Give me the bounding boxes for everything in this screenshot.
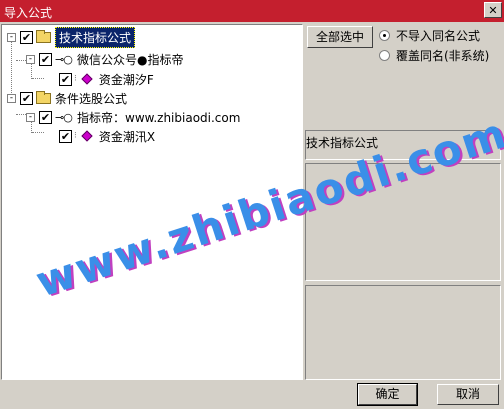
checkbox[interactable]: ✔: [39, 52, 52, 66]
tree-node-formula-item[interactable]: ✔ ⁝ 资金潮汛X: [46, 127, 155, 145]
option-label: 不导入同名公式: [396, 29, 481, 43]
tree-node-formula-item[interactable]: ✔ ⁝ 资金潮汐F: [46, 70, 154, 88]
option-overwrite-duplicates[interactable]: 覆盖同名(非系统): [379, 47, 489, 64]
ok-button[interactable]: 确定: [357, 383, 418, 406]
option-label: 覆盖同名(非系统): [396, 49, 490, 63]
key-icon: ⊸○: [55, 110, 73, 124]
checkbox[interactable]: ✔: [20, 91, 33, 105]
cancel-button[interactable]: 取消: [437, 384, 499, 405]
formula-diamond-icon: [81, 73, 93, 85]
key-icon: ⊸○: [55, 52, 73, 66]
formula-tree: - ✔ 技术指标公式 - ✔ ⊸○ 微信公众号●指标帝 ✔ ⁝ 资金潮汐F - …: [2, 25, 302, 379]
radio-button[interactable]: [379, 30, 390, 41]
folder-icon: [36, 90, 51, 104]
category-label: 技术指标公式: [306, 136, 379, 150]
checkbox[interactable]: ✔: [59, 129, 72, 143]
collapse-toggle[interactable]: -: [26, 112, 35, 122]
collapse-toggle[interactable]: -: [7, 93, 16, 103]
formula-detail-box: [305, 285, 501, 380]
folder-icon: [36, 29, 51, 43]
tree-node-technical-indicators[interactable]: - ✔ 技术指标公式: [7, 26, 136, 48]
formula-diamond-icon: [81, 130, 93, 142]
close-button[interactable]: ✕: [484, 2, 502, 18]
tree-node-label[interactable]: 资金潮汐F: [99, 71, 154, 88]
title-bar: 导入公式 ✕: [0, 0, 504, 22]
tree-node-stock-selection[interactable]: - ✔ 条件选股公式: [7, 89, 127, 107]
radio-button[interactable]: [379, 50, 390, 61]
option-skip-duplicates[interactable]: 不导入同名公式: [379, 27, 480, 44]
checkbox[interactable]: ✔: [20, 30, 33, 44]
formula-tree-panel[interactable]: - ✔ 技术指标公式 - ✔ ⊸○ 微信公众号●指标帝 ✔ ⁝ 资金潮汐F - …: [1, 24, 303, 380]
checkbox[interactable]: ✔: [59, 72, 72, 86]
collapse-toggle[interactable]: -: [7, 32, 16, 42]
dots-icon: ⁝: [74, 74, 77, 84]
tree-node-site-group[interactable]: - ✔ ⊸○ 指标帝：www.zhibiaodi.com: [26, 108, 240, 126]
tree-node-wechat-group[interactable]: - ✔ ⊸○ 微信公众号●指标帝: [26, 50, 183, 68]
tree-node-label[interactable]: 微信公众号●指标帝: [77, 51, 183, 68]
collapse-toggle[interactable]: -: [26, 54, 35, 64]
tree-node-label[interactable]: 资金潮汛X: [99, 128, 155, 145]
formula-description-box: [305, 163, 501, 281]
tree-node-label[interactable]: 技术指标公式: [55, 26, 136, 48]
checkbox[interactable]: ✔: [39, 110, 52, 124]
window-title: 导入公式: [4, 6, 53, 20]
dots-icon: ⁝: [74, 131, 77, 141]
select-all-button[interactable]: 全部选中: [307, 26, 373, 48]
tree-node-label[interactable]: 条件选股公式: [55, 90, 127, 107]
tree-node-label[interactable]: 指标帝：www.zhibiaodi.com: [77, 109, 240, 126]
